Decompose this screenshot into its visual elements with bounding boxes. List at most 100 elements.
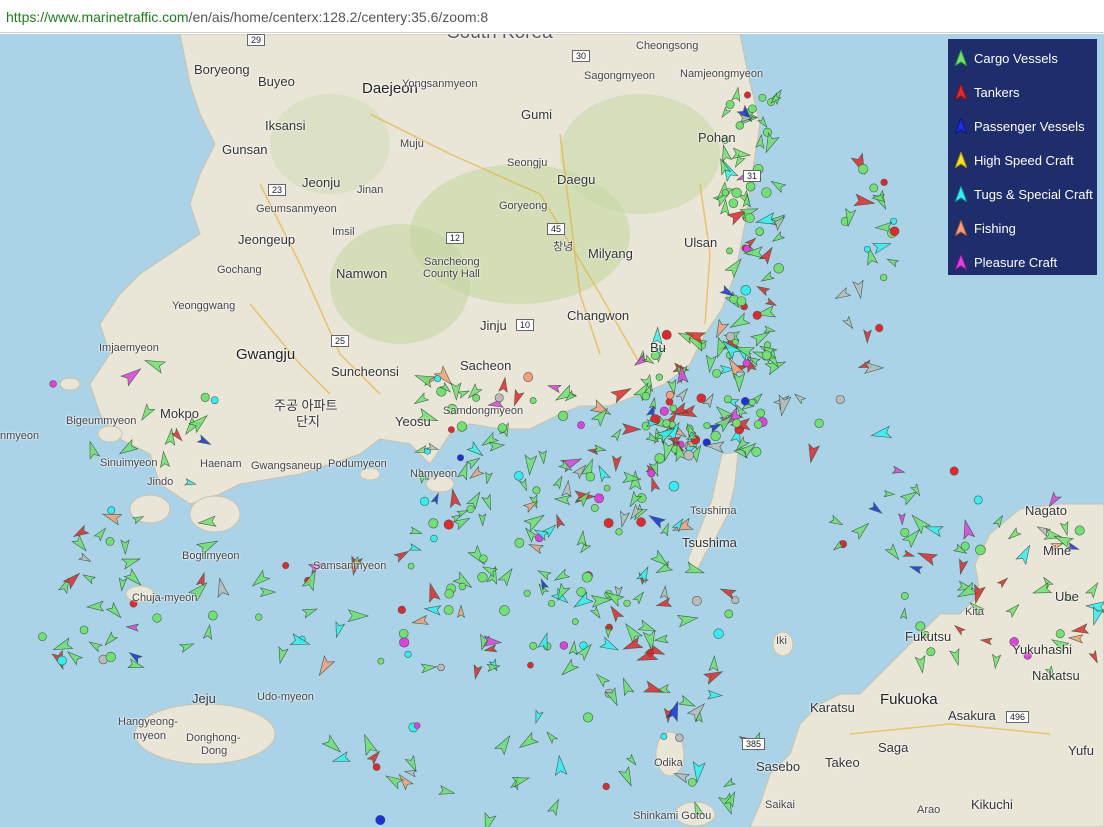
stationary-vessel-marker[interactable] bbox=[654, 453, 665, 464]
vessel-marker[interactable] bbox=[828, 514, 844, 528]
vessel-marker[interactable] bbox=[447, 488, 462, 509]
stationary-vessel-marker[interactable] bbox=[879, 273, 888, 282]
vessel-marker[interactable] bbox=[611, 455, 622, 472]
vessel-marker[interactable] bbox=[332, 621, 346, 639]
stationary-vessel-marker[interactable] bbox=[973, 495, 983, 505]
vessel-marker[interactable] bbox=[420, 662, 438, 674]
vessel-marker[interactable] bbox=[467, 465, 485, 481]
stationary-vessel-marker[interactable] bbox=[428, 518, 439, 529]
stationary-vessel-marker[interactable] bbox=[590, 504, 599, 512]
stationary-vessel-marker[interactable] bbox=[703, 422, 711, 430]
stationary-vessel-marker[interactable] bbox=[748, 398, 756, 406]
vessel-marker[interactable] bbox=[301, 605, 319, 619]
vessel-marker[interactable] bbox=[465, 455, 482, 470]
stationary-vessel-marker[interactable] bbox=[756, 408, 766, 418]
vessel-marker[interactable] bbox=[850, 520, 872, 540]
stationary-vessel-marker[interactable] bbox=[107, 506, 116, 515]
stationary-vessel-marker[interactable] bbox=[447, 426, 455, 434]
stationary-vessel-marker[interactable] bbox=[688, 778, 697, 787]
vessel-marker[interactable] bbox=[637, 619, 657, 636]
stationary-vessel-marker[interactable] bbox=[1055, 629, 1065, 639]
vessel-marker[interactable] bbox=[85, 600, 105, 612]
vessel-marker[interactable] bbox=[547, 798, 563, 817]
vessel-marker[interactable] bbox=[518, 478, 529, 492]
vessel-marker[interactable] bbox=[430, 492, 441, 506]
vessel-marker[interactable] bbox=[478, 513, 487, 527]
vessel-marker[interactable] bbox=[536, 567, 552, 581]
vessel-marker[interactable] bbox=[599, 636, 621, 654]
vessel-marker[interactable] bbox=[411, 614, 429, 627]
stationary-vessel-marker[interactable] bbox=[581, 572, 593, 583]
stationary-vessel-marker[interactable] bbox=[761, 187, 772, 198]
vessel-marker[interactable] bbox=[853, 193, 876, 209]
vessel-marker[interactable] bbox=[676, 612, 699, 628]
stationary-vessel-marker[interactable] bbox=[753, 420, 763, 429]
vessel-marker[interactable] bbox=[728, 312, 751, 332]
stationary-vessel-marker[interactable] bbox=[443, 605, 454, 615]
stationary-vessel-marker[interactable] bbox=[514, 471, 524, 481]
vessel-marker[interactable] bbox=[553, 754, 568, 777]
stationary-vessel-marker[interactable] bbox=[641, 392, 650, 401]
stationary-vessel-marker[interactable] bbox=[949, 466, 959, 476]
stationary-vessel-marker[interactable] bbox=[420, 496, 430, 506]
vessel-marker[interactable] bbox=[120, 554, 142, 570]
stationary-vessel-marker[interactable] bbox=[712, 368, 722, 378]
vessel-marker[interactable] bbox=[595, 464, 611, 483]
stationary-vessel-marker[interactable] bbox=[557, 410, 569, 421]
vessel-marker[interactable] bbox=[659, 584, 669, 600]
vessel-marker[interactable] bbox=[625, 753, 639, 767]
vessel-marker[interactable] bbox=[617, 765, 636, 788]
stationary-vessel-marker[interactable] bbox=[758, 93, 767, 102]
stationary-vessel-marker[interactable] bbox=[655, 373, 663, 381]
stationary-vessel-marker[interactable] bbox=[880, 178, 888, 186]
vessel-marker[interactable] bbox=[347, 609, 370, 623]
vessel-marker[interactable] bbox=[523, 510, 547, 532]
stationary-vessel-marker[interactable] bbox=[724, 609, 734, 619]
vessel-marker[interactable] bbox=[702, 667, 725, 685]
vessel-marker[interactable] bbox=[610, 427, 623, 442]
stationary-vessel-marker[interactable] bbox=[210, 396, 219, 405]
vessel-marker[interactable] bbox=[675, 386, 690, 403]
vessel-marker[interactable] bbox=[761, 132, 780, 155]
stationary-vessel-marker[interactable] bbox=[858, 164, 869, 175]
stationary-vessel-marker[interactable] bbox=[79, 625, 89, 635]
stationary-vessel-marker[interactable] bbox=[57, 655, 67, 666]
vessel-marker[interactable] bbox=[568, 640, 578, 656]
stationary-vessel-marker[interactable] bbox=[434, 375, 442, 383]
stationary-vessel-marker[interactable] bbox=[514, 537, 525, 548]
vessel-marker[interactable] bbox=[561, 479, 573, 498]
vessel-marker[interactable] bbox=[655, 597, 673, 610]
vessel-marker[interactable] bbox=[65, 648, 84, 666]
vessel-marker[interactable] bbox=[102, 631, 119, 648]
stationary-vessel-marker[interactable] bbox=[926, 647, 936, 657]
stationary-vessel-marker[interactable] bbox=[49, 380, 57, 388]
stationary-vessel-marker[interactable] bbox=[647, 469, 656, 478]
vessel-marker[interactable] bbox=[81, 572, 97, 585]
vessel-marker[interactable] bbox=[771, 230, 786, 245]
vessel-marker[interactable] bbox=[314, 654, 336, 679]
stationary-vessel-marker[interactable] bbox=[890, 217, 898, 225]
stationary-vessel-marker[interactable] bbox=[499, 605, 510, 616]
stationary-vessel-marker[interactable] bbox=[869, 183, 879, 193]
stationary-vessel-marker[interactable] bbox=[675, 733, 684, 742]
vessel-marker[interactable] bbox=[471, 663, 483, 680]
vessel-marker[interactable] bbox=[516, 731, 539, 753]
stationary-vessel-marker[interactable] bbox=[725, 331, 736, 342]
legend-item-passenger[interactable]: Passenger Vessels bbox=[948, 109, 1097, 143]
vessel-marker[interactable] bbox=[653, 634, 669, 644]
vessel-marker[interactable] bbox=[908, 563, 924, 575]
stationary-vessel-marker[interactable] bbox=[744, 213, 755, 223]
stationary-vessel-marker[interactable] bbox=[466, 505, 475, 514]
legend-item-fishing[interactable]: Fishing bbox=[948, 211, 1097, 245]
stationary-vessel-marker[interactable] bbox=[547, 599, 556, 608]
vessel-marker[interactable] bbox=[93, 526, 108, 542]
stationary-vessel-marker[interactable] bbox=[814, 418, 824, 428]
stationary-vessel-marker[interactable] bbox=[668, 480, 680, 492]
stationary-vessel-marker[interactable] bbox=[726, 247, 733, 255]
stationary-vessel-marker[interactable] bbox=[725, 100, 735, 109]
vessel-marker[interactable] bbox=[542, 522, 559, 539]
vessel-marker[interactable] bbox=[553, 494, 571, 506]
stationary-vessel-marker[interactable] bbox=[529, 397, 537, 405]
vessel-marker[interactable] bbox=[833, 286, 852, 303]
stationary-vessel-marker[interactable] bbox=[762, 127, 772, 137]
